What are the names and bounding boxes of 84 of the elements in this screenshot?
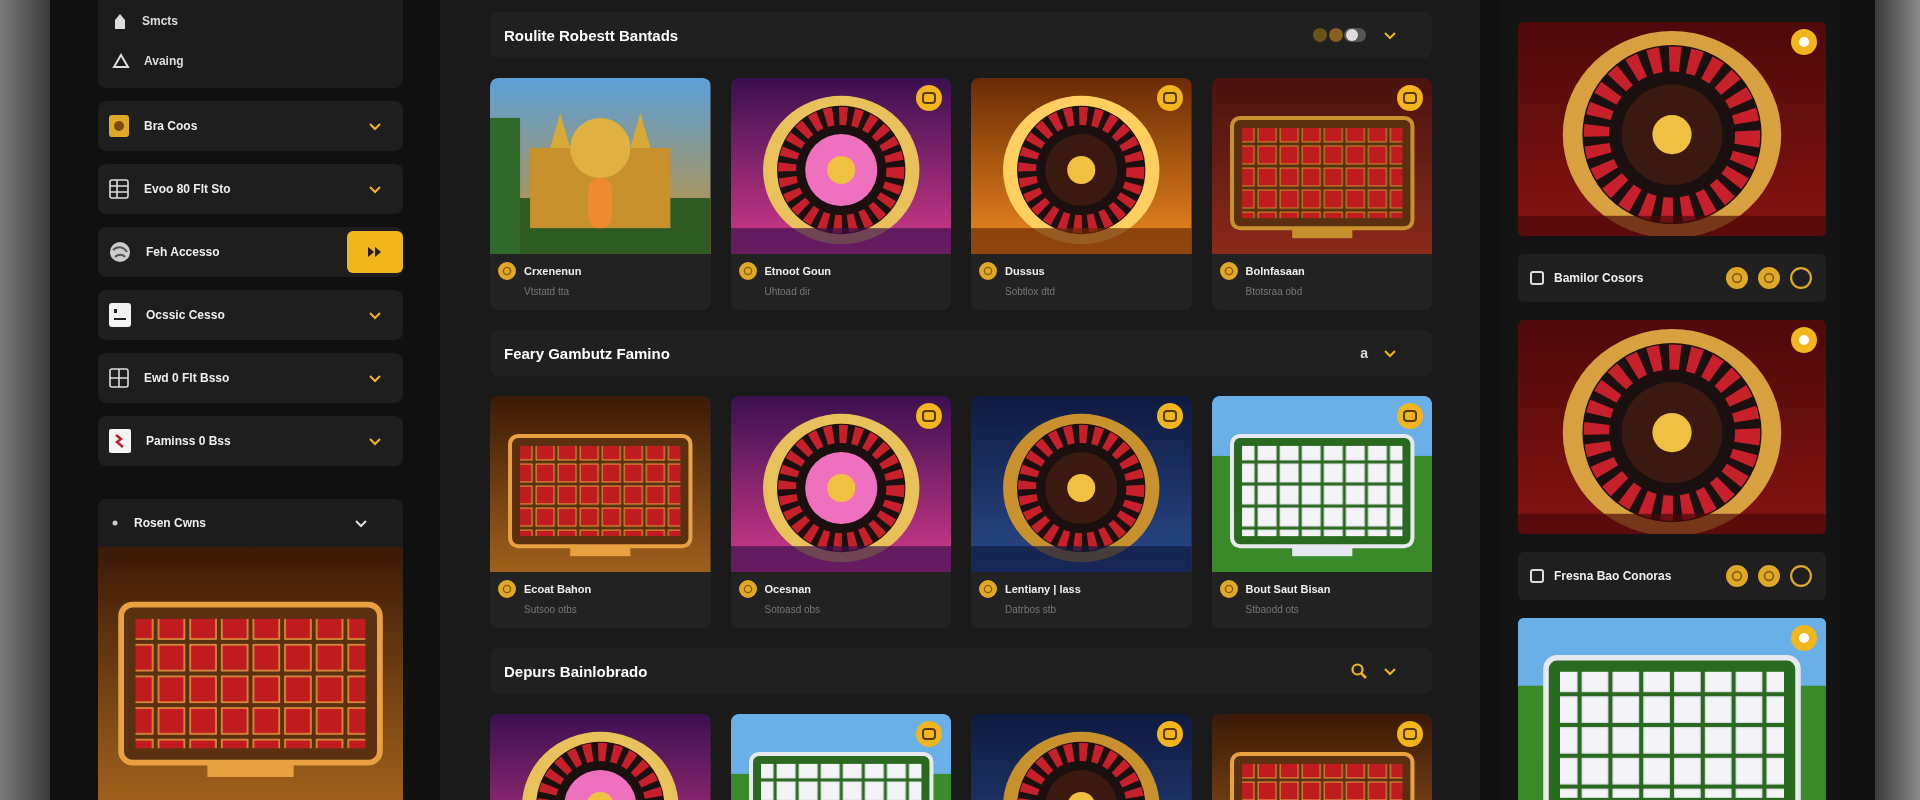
badge-icon (915, 402, 943, 430)
featured-title: Fresna Bao Conoras (1554, 569, 1673, 583)
game-subtitle: Vtstatd tta (524, 286, 571, 297)
badge-icon (1790, 28, 1818, 56)
coin-icon (1219, 262, 1238, 280)
grid-icon (108, 367, 130, 389)
game-subtitle: Sutsoo otbs (524, 604, 578, 615)
coin-icon (979, 262, 997, 280)
game-subtitle: Stbaodd ots (1245, 604, 1300, 615)
coin-icon (738, 262, 757, 280)
section-title: Roulite Robestt Bantads (504, 26, 680, 44)
triangle-icon (112, 52, 130, 69)
coin-icon (979, 580, 997, 598)
sidebar-item[interactable]: Paminss 0 Bss (98, 416, 403, 466)
sidebar-item[interactable]: Ocssic Cesso (98, 290, 403, 340)
tag-icon (1530, 271, 1544, 285)
badge-icon (1790, 326, 1818, 354)
coin-icon (498, 580, 516, 598)
game-title: Bout Saut Bisan (1245, 583, 1331, 595)
section-title: Depurs Bainlobrado (504, 662, 649, 680)
badge-icon (1396, 402, 1424, 430)
badge-icon (1155, 402, 1184, 430)
game-title: Etnoot Goun (764, 265, 832, 277)
game-title: Lentiany | lass (1005, 583, 1081, 595)
ring-icon (1790, 565, 1812, 587)
coin-icon (1726, 267, 1748, 289)
game-card[interactable]: Bolnfasaan Btotsraa obd (1211, 78, 1432, 310)
tag-icon (1530, 569, 1544, 583)
sidebar-label: Feh Accesso (146, 245, 221, 259)
recent-games-title: Rosen Cwns (134, 516, 207, 530)
play-button[interactable] (347, 231, 403, 273)
coin-icon (738, 580, 757, 598)
game-subtitle: Datrbos stb (1005, 604, 1058, 615)
game-title: Crxenenun (524, 265, 582, 277)
game-card[interactable]: Crxenenun Vtstatd tta (490, 78, 711, 310)
sidebar-label: Evoo 80 Flt Sto (144, 182, 232, 196)
game-title: Dussus (1005, 265, 1045, 277)
section-label: a (1360, 345, 1368, 361)
sidebar-item[interactable]: Bra Coos (98, 101, 403, 151)
menu-item[interactable]: Avaing (144, 53, 184, 68)
game-title: Ocesnan (764, 583, 811, 595)
badge-icon (1155, 84, 1184, 112)
game-title: Ecoat Bahon (524, 583, 592, 595)
coin-icon (1758, 267, 1780, 289)
badge-icon (1155, 720, 1184, 748)
game-title: Bolnfasaan (1245, 265, 1305, 277)
game-card[interactable]: Ecoat Bahon Sutsoo otbs (490, 396, 711, 628)
dot-icon (112, 520, 118, 526)
featured-title: Bamilor Cosors (1554, 271, 1645, 285)
sidebar-item[interactable]: Ewd 0 Flt Bsso (98, 353, 403, 403)
game-subtitle: Sotoasd obs (764, 604, 822, 615)
ring-icon (1790, 267, 1812, 289)
coin-icon (1758, 565, 1780, 587)
sidebar-item[interactable]: Feh Accesso (98, 227, 403, 277)
game-card[interactable]: Ocesnan Sotoasd obs (730, 396, 951, 628)
badge-icon (1790, 624, 1818, 652)
badge-icon (915, 720, 943, 748)
badge-icon (1396, 84, 1424, 112)
game-subtitle: Uhtoad dir (764, 286, 812, 297)
sidebar-label: Ocssic Cesso (146, 308, 226, 322)
grid-icon (108, 178, 130, 200)
coin-icon (1726, 565, 1748, 587)
coin-icon (1219, 580, 1238, 598)
badge-icon (1396, 720, 1424, 748)
coin-icon (498, 262, 516, 280)
badge-icon (915, 84, 943, 112)
sidebar-item[interactable]: Evoo 80 Flt Sto (98, 164, 403, 214)
game-card[interactable]: Dussus Sobtlox dtd (971, 78, 1192, 310)
menu-item[interactable]: Smcts (142, 13, 179, 28)
coin-card-icon (108, 114, 130, 138)
sidebar-label: Bra Coos (144, 119, 199, 133)
game-subtitle: Sobtlox dtd (1005, 286, 1057, 297)
search-icon[interactable] (1350, 662, 1368, 680)
game-card[interactable]: Lentiany | lass Datrbos stb (971, 396, 1192, 628)
section-title: Feary Gambutz Famino (504, 344, 671, 362)
game-card[interactable]: Etnoot Goun Uhtoad dir (730, 78, 951, 310)
fast-forward-icon (368, 247, 382, 257)
playing-card-icon (108, 428, 132, 454)
toggle-icon[interactable] (1312, 26, 1368, 44)
game-subtitle: Btotsraa obd (1245, 286, 1304, 297)
sidebar-label: Ewd 0 Flt Bsso (144, 371, 231, 385)
game-card[interactable]: Bout Saut Bisan Stbaodd ots (1211, 396, 1432, 628)
sidebar-label: Paminss 0 Bss (146, 434, 232, 448)
card-face-icon (108, 302, 132, 328)
